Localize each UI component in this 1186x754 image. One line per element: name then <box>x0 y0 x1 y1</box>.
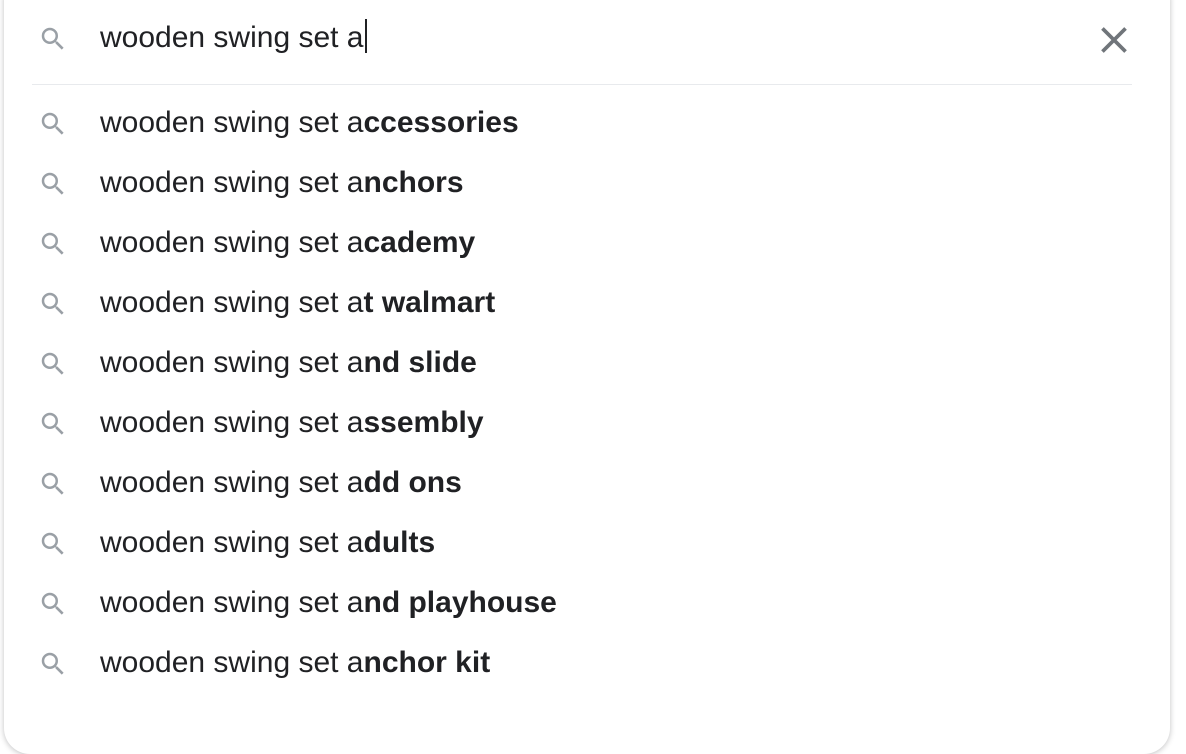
suggestion-completion: dd ons <box>363 466 462 499</box>
clear-button[interactable] <box>1092 18 1136 62</box>
suggestion-prefix: wooden swing set a <box>100 286 364 319</box>
suggestion-item[interactable]: wooden swing set adults <box>0 513 1186 573</box>
suggestion-item[interactable]: wooden swing set anchor kit <box>0 633 1186 693</box>
search-query-text: wooden swing set a <box>100 21 364 54</box>
suggestion-text: wooden swing set accessories <box>100 104 519 142</box>
suggestion-item[interactable]: wooden swing set add ons <box>0 453 1186 513</box>
suggestion-completion: nchors <box>363 166 464 199</box>
suggestion-item[interactable]: wooden swing set anchors <box>0 153 1186 213</box>
search-icon <box>38 109 68 139</box>
suggestion-completion: ccessories <box>363 106 519 139</box>
search-icon <box>38 649 68 679</box>
suggestion-prefix: wooden swing set a <box>100 406 364 439</box>
search-icon <box>38 529 68 559</box>
search-icon <box>38 409 68 439</box>
suggestion-prefix: wooden swing set a <box>100 466 364 499</box>
suggestion-prefix: wooden swing set a <box>100 526 364 559</box>
suggestion-prefix: wooden swing set a <box>100 346 364 379</box>
search-icon <box>38 169 68 199</box>
suggestion-item[interactable]: wooden swing set and playhouse <box>0 573 1186 633</box>
search-icon <box>38 349 68 379</box>
suggestion-list: wooden swing set accessories wooden swin… <box>0 93 1186 693</box>
suggestion-prefix: wooden swing set a <box>100 226 364 259</box>
suggestion-text: wooden swing set anchors <box>100 164 464 202</box>
suggestion-text: wooden swing set anchor kit <box>100 644 490 682</box>
suggestion-completion: dults <box>363 526 436 559</box>
divider <box>32 84 1132 85</box>
suggestion-text: wooden swing set academy <box>100 224 475 262</box>
suggestion-completion: nd playhouse <box>363 586 557 619</box>
suggestion-completion: ssembly <box>363 406 484 439</box>
suggestion-text: wooden swing set and playhouse <box>100 584 557 622</box>
search-icon <box>38 469 68 499</box>
suggestion-prefix: wooden swing set a <box>100 106 364 139</box>
search-icon <box>38 24 68 54</box>
suggestion-item[interactable]: wooden swing set at walmart <box>0 273 1186 333</box>
suggestion-prefix: wooden swing set a <box>100 166 364 199</box>
suggestion-completion: nd slide <box>363 346 477 379</box>
suggestion-prefix: wooden swing set a <box>100 646 364 679</box>
suggestion-item[interactable]: wooden swing set accessories <box>0 93 1186 153</box>
suggestion-completion: cademy <box>363 226 476 259</box>
search-input[interactable]: wooden swing set a <box>100 19 367 57</box>
suggestion-text: wooden swing set at walmart <box>100 284 495 322</box>
text-caret <box>364 19 367 53</box>
search-icon <box>38 229 68 259</box>
suggestion-completion: t walmart <box>363 286 496 319</box>
suggestion-item[interactable]: wooden swing set assembly <box>0 393 1186 453</box>
search-icon <box>38 289 68 319</box>
suggestion-item[interactable]: wooden swing set academy <box>0 213 1186 273</box>
suggestion-prefix: wooden swing set a <box>100 586 364 619</box>
suggestion-text: wooden swing set add ons <box>100 464 462 502</box>
search-icon <box>38 589 68 619</box>
suggestion-text: wooden swing set assembly <box>100 404 484 442</box>
search-input-row[interactable]: wooden swing set a <box>0 0 1186 80</box>
suggestion-text: wooden swing set adults <box>100 524 435 562</box>
suggestion-text: wooden swing set and slide <box>100 344 477 382</box>
close-icon <box>1092 18 1136 62</box>
suggestion-item[interactable]: wooden swing set and slide <box>0 333 1186 393</box>
suggestion-completion: nchor kit <box>363 646 491 679</box>
